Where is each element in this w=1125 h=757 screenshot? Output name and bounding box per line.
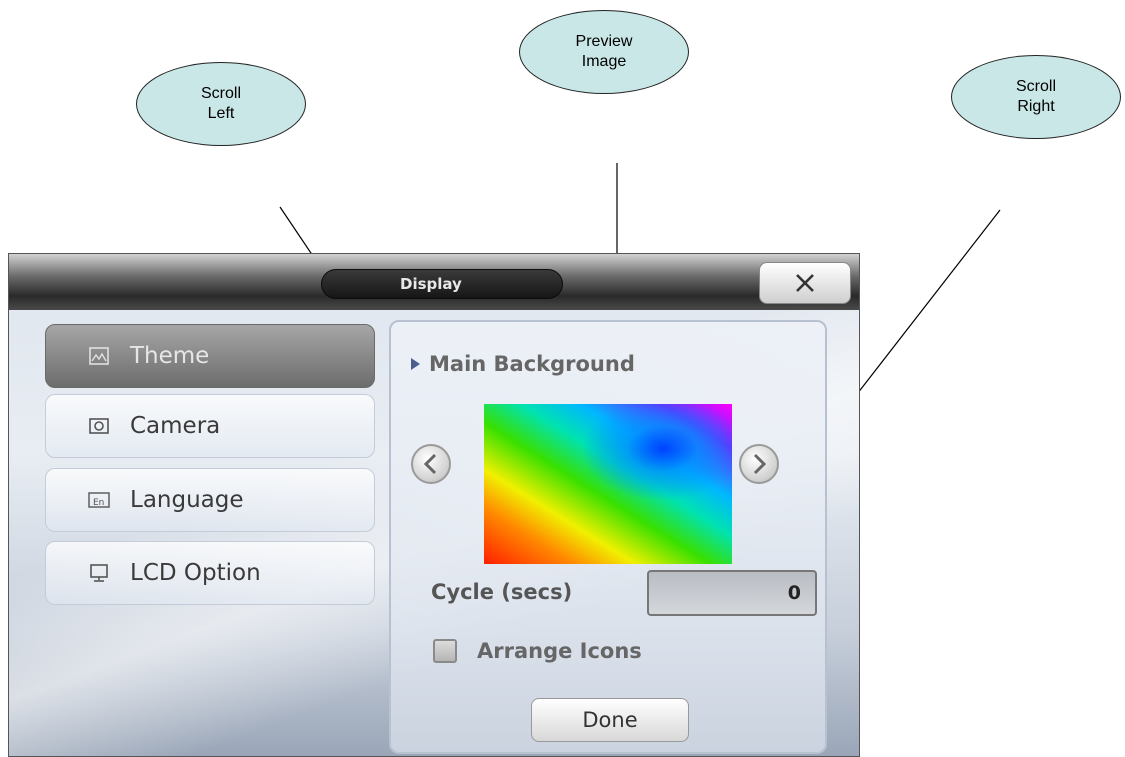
close-button[interactable] xyxy=(759,262,851,304)
sidebar-item-camera[interactable]: Camera xyxy=(45,394,375,458)
window-title: Display xyxy=(321,269,563,299)
theme-panel: Main Background Cycle (secs) 0 Arrange I… xyxy=(389,320,827,754)
sidebar-item-theme[interactable]: Theme xyxy=(45,324,375,388)
language-icon: En xyxy=(88,489,110,511)
arrange-icons-option[interactable]: Arrange Icons xyxy=(433,639,642,663)
preview-image xyxy=(484,404,732,564)
image-icon xyxy=(88,345,110,367)
camera-icon xyxy=(88,415,110,437)
callout-scroll-left: Scroll Left xyxy=(136,62,306,146)
section-marker-icon xyxy=(411,358,420,370)
x-icon xyxy=(796,274,814,292)
sidebar-item-label: LCD Option xyxy=(130,560,261,586)
callout-scroll-right: Scroll Right xyxy=(951,55,1121,139)
cycle-input[interactable]: 0 xyxy=(647,570,817,616)
arrange-icons-label: Arrange Icons xyxy=(477,639,642,663)
sidebar-item-label: Theme xyxy=(130,343,210,369)
title-bar: Display xyxy=(9,254,859,310)
sidebar-item-lcd-option[interactable]: LCD Option xyxy=(45,541,375,605)
sidebar-item-label: Language xyxy=(130,487,244,513)
arrange-icons-checkbox[interactable] xyxy=(433,639,457,663)
chevron-left-icon xyxy=(423,453,437,475)
svg-text:En: En xyxy=(93,498,104,508)
display-settings-window: Display Theme Camera En Language LCD Opt… xyxy=(8,253,860,757)
scroll-right-button[interactable] xyxy=(739,444,779,484)
callout-preview-image: Preview Image xyxy=(519,10,689,94)
chevron-right-icon xyxy=(753,453,767,475)
section-title-text: Main Background xyxy=(429,352,635,376)
monitor-icon xyxy=(88,562,110,584)
done-button[interactable]: Done xyxy=(531,698,689,742)
sidebar-item-label: Camera xyxy=(130,413,221,439)
section-title: Main Background xyxy=(411,352,635,376)
sidebar-item-language[interactable]: En Language xyxy=(45,468,375,532)
cycle-label: Cycle (secs) xyxy=(431,580,573,604)
scroll-left-button[interactable] xyxy=(411,444,451,484)
